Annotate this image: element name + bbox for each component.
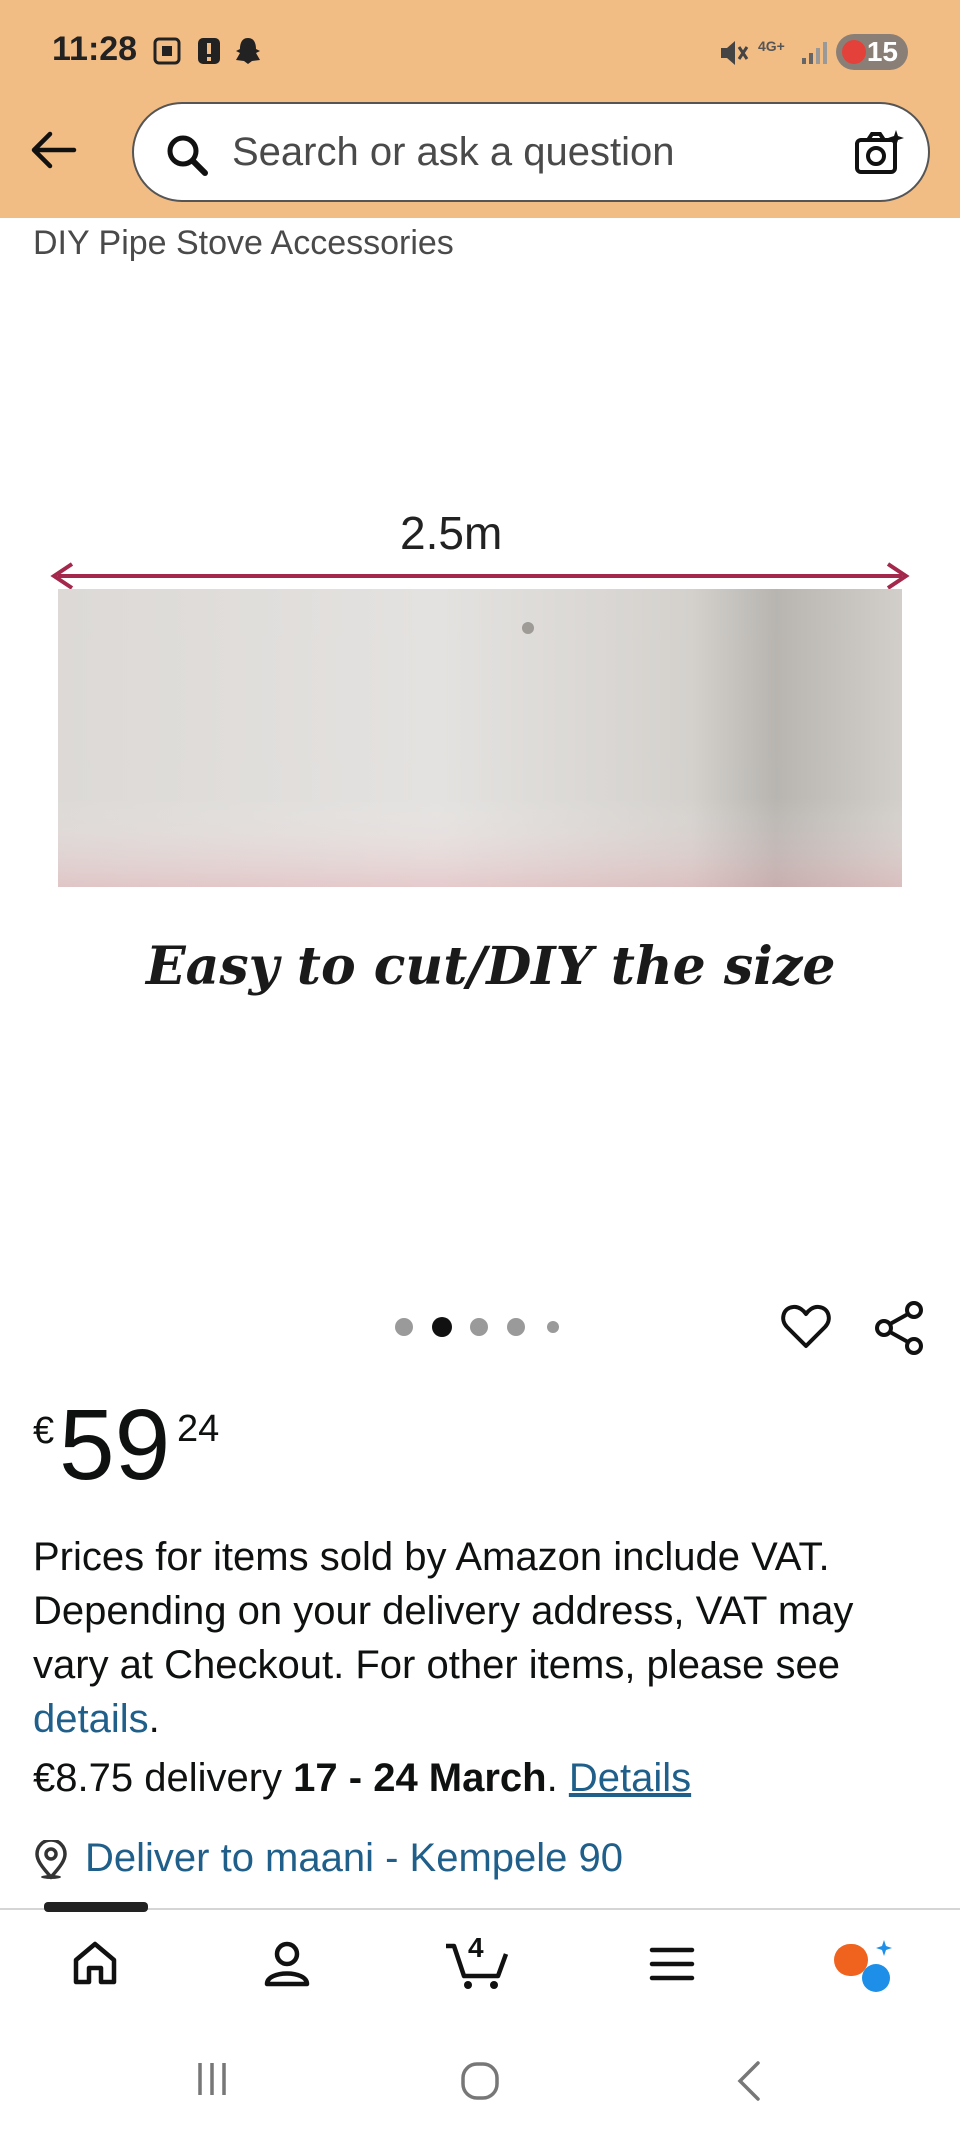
vat-end: . (148, 1697, 160, 1741)
ai-assistant-icon (834, 1940, 892, 1992)
product-image[interactable]: 2.5m Easy to cut/DIY the size (0, 300, 960, 1290)
user-icon (264, 1941, 310, 1987)
hamburger-menu-icon (649, 1947, 695, 1981)
product-title: DIY Pipe Stove Accessories (33, 224, 454, 262)
search-placeholder: Search or ask a question (232, 130, 675, 174)
alert-icon (196, 36, 222, 71)
system-back-button[interactable] (730, 2059, 770, 2108)
price-whole: 59 (59, 1389, 171, 1501)
heart-icon (781, 1304, 831, 1348)
home-circle-icon (461, 2062, 499, 2100)
home-icon (73, 1941, 117, 1985)
network-label: 4G+ (758, 38, 785, 54)
carousel-dot (395, 1318, 413, 1336)
vat-text: Prices for items sold by Amazon include … (33, 1535, 854, 1687)
snapchat-icon (232, 36, 264, 71)
deliver-to-label: Deliver to maani - Kempele 90 (85, 1836, 624, 1880)
recents-icon (198, 2063, 226, 2095)
share-button[interactable] (872, 1300, 926, 1361)
battery-saver-icon (842, 40, 866, 64)
nav-home[interactable] (70, 1938, 120, 1993)
vat-details-link[interactable]: details (33, 1697, 149, 1741)
carousel-dot (470, 1318, 488, 1336)
bottom-nav: 4 (0, 1902, 960, 2025)
cart-count: 4 (468, 1932, 484, 1963)
battery-level: 15 (866, 36, 898, 67)
carousel-dot (507, 1318, 525, 1336)
screenshot-icon (152, 36, 182, 71)
status-bar: 11:28 4G+ 15 (0, 0, 960, 100)
delivery-separator: . (546, 1756, 569, 1800)
nav-menu[interactable] (648, 1944, 696, 1989)
battery-indicator: 15 (836, 34, 908, 70)
delivery-info: €8.75 delivery 17 - 24 March. Details (33, 1756, 691, 1801)
back-button[interactable] (28, 128, 78, 172)
mute-icon (718, 38, 750, 73)
image-caption: Easy to cut/DIY the size (146, 936, 836, 997)
carousel-dot-active (432, 1317, 452, 1337)
price-currency: € (33, 1410, 55, 1452)
share-icon (875, 1301, 923, 1355)
nav-cart[interactable]: 4 (444, 1932, 510, 1995)
location-pin-icon (33, 1838, 69, 1890)
back-arrow-icon (31, 131, 77, 169)
top-bar: 11:28 4G+ 15 Search or ask a question (0, 0, 960, 218)
home-system-button[interactable] (458, 2059, 502, 2108)
image-dimension-label: 2.5m (400, 507, 503, 559)
carousel-dot (547, 1321, 559, 1333)
camera-search-icon[interactable] (854, 128, 904, 183)
delivery-cost: €8.75 delivery (33, 1756, 294, 1800)
system-navigation-bar (0, 2023, 960, 2133)
price-fraction: 24 (177, 1408, 220, 1450)
vat-notice: Prices for items sold by Amazon include … (33, 1530, 933, 1746)
active-tab-indicator (44, 1902, 148, 1912)
status-time: 11:28 (52, 30, 138, 68)
recent-apps-button[interactable] (192, 2059, 232, 2104)
nav-account[interactable] (262, 1938, 312, 1993)
delivery-dates: 17 - 24 March (293, 1756, 547, 1800)
search-bar[interactable]: Search or ask a question (132, 102, 930, 202)
chevron-left-icon (737, 2061, 760, 2101)
signal-icon (800, 40, 828, 71)
wishlist-button[interactable] (780, 1300, 832, 1357)
nav-rufus-ai[interactable] (832, 1940, 894, 2001)
delivery-details-link[interactable]: Details (569, 1756, 691, 1800)
search-icon (164, 132, 210, 183)
